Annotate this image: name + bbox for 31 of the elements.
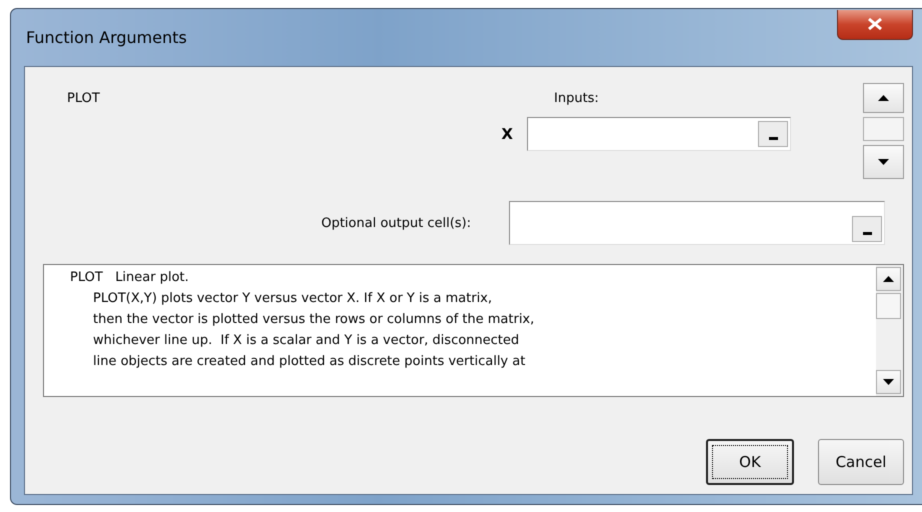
inputs-label: Inputs: [553, 90, 600, 108]
description-line: PLOT(X,Y) plots vector Y versus vector X. If X or Y is a matrix, [93, 291, 492, 306]
up-arrow-icon [883, 276, 894, 282]
up-arrow-icon [878, 95, 889, 101]
bar-icon [862, 232, 872, 235]
description-line: then the vector is plotted versus the rows or columns of the matrix, [93, 312, 534, 327]
down-arrow-icon [878, 159, 889, 165]
collapse-button[interactable] [758, 121, 788, 147]
scroll-down-button[interactable] [876, 370, 901, 394]
description-heading: PLOT Linear plot. [70, 270, 189, 285]
output-field[interactable] [509, 201, 885, 245]
argument-field[interactable] [527, 117, 791, 151]
optional-output-label: Optional output cell(s): [320, 216, 472, 230]
scroll-thumb[interactable] [863, 117, 904, 141]
description-line: line objects are created and plotted as discrete points vertically at [93, 354, 526, 369]
ok-button[interactable]: OK [706, 439, 794, 485]
scrollbar[interactable] [876, 265, 903, 396]
scroll-thumb[interactable] [876, 293, 901, 319]
close-button[interactable] [837, 10, 913, 40]
scroll-up-button[interactable] [863, 83, 904, 113]
down-arrow-icon [883, 379, 894, 385]
close-icon [868, 18, 882, 30]
scroll-up-button[interactable] [876, 267, 901, 291]
scroll-down-button[interactable] [863, 145, 904, 179]
window-title: Function Arguments [26, 28, 187, 47]
argument-label: X [500, 125, 513, 143]
bar-icon [768, 137, 778, 140]
collapse-button[interactable] [852, 216, 882, 242]
description-line: whichever line up. If X is a scalar and Y is a vector, disconnected [93, 333, 520, 348]
cancel-button[interactable]: Cancel [818, 439, 904, 485]
function-name: PLOT [67, 91, 100, 106]
